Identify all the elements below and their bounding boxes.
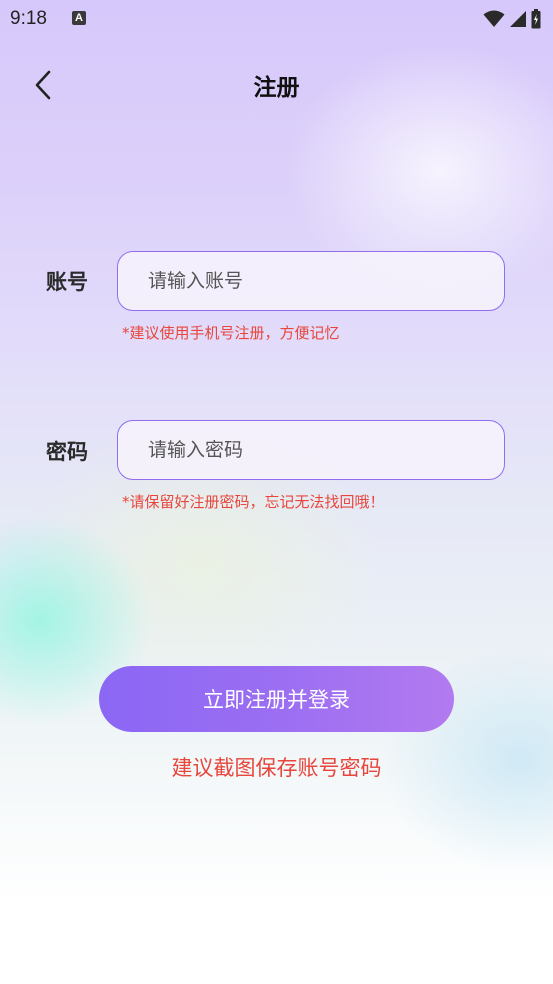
account-input[interactable]	[146, 269, 504, 293]
status-time: 9:18	[10, 8, 47, 29]
status-icons	[483, 8, 541, 30]
battery-icon	[531, 9, 541, 29]
password-field-box[interactable]	[117, 420, 505, 480]
status-bar: 9:18 A	[0, 0, 553, 40]
account-label: 账号	[46, 270, 88, 294]
password-hint: *请保留好注册密码，忘记无法找回哦！	[122, 493, 385, 511]
page-title: 注册	[253, 75, 300, 101]
password-label: 密码	[46, 440, 88, 464]
password-input[interactable]	[146, 438, 504, 462]
register-and-login-button[interactable]: 立即注册并登录	[99, 666, 454, 732]
account-hint: *建议使用手机号注册，方便记忆	[122, 324, 340, 342]
notification-a-icon: A	[72, 11, 86, 25]
save-screenshot-tip: 建议截图保存账号密码	[171, 756, 382, 780]
wifi-icon	[483, 10, 505, 27]
account-field-box[interactable]	[117, 251, 505, 311]
cellular-signal-icon	[510, 11, 526, 27]
